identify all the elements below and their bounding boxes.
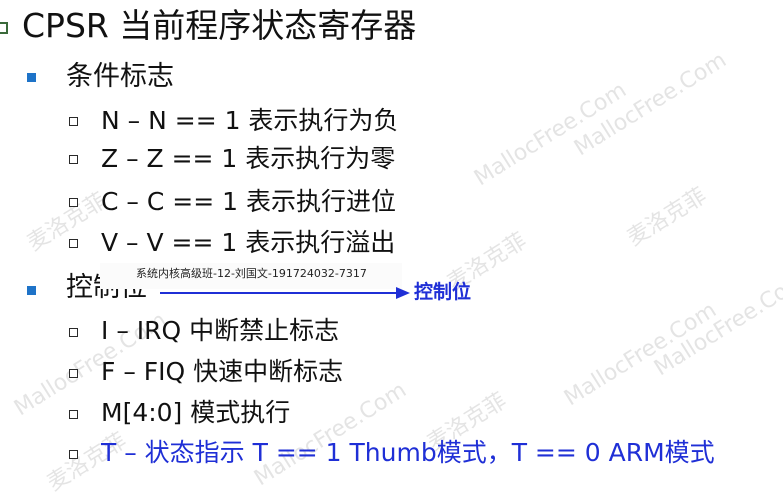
annotation-arrow-line xyxy=(160,292,398,294)
watermark-latin: MallocFree.Com xyxy=(650,267,783,382)
video-caption: 系统内核高级班-12-刘国文-191724032-7317 xyxy=(100,263,402,289)
title-bullet-icon xyxy=(0,22,8,34)
item-bullet-icon xyxy=(69,369,78,378)
item-bullet-icon xyxy=(69,155,78,164)
item-bullet-icon xyxy=(69,410,78,419)
watermark-latin: MallocFree.Com xyxy=(560,297,721,412)
section-bullet-icon xyxy=(27,286,36,295)
watermark-latin: MallocFree.Com xyxy=(570,47,731,162)
item-bullet-icon xyxy=(69,198,78,207)
slide: MallocFree.Com MallocFree.Com MallocFree… xyxy=(0,0,783,496)
watermark-latin: MallocFree.Com xyxy=(250,377,411,492)
list-item: C – C == 1 表示执行进位 xyxy=(101,187,396,216)
slide-title: CPSR 当前程序状态寄存器 xyxy=(22,6,417,45)
list-item: F – FIQ 快速中断标志 xyxy=(101,357,344,386)
item-bullet-icon xyxy=(69,239,78,248)
watermark-cjk: 麦洛克菲 xyxy=(23,188,112,257)
item-bullet-icon xyxy=(69,450,78,459)
list-item: V – V == 1 表示执行溢出 xyxy=(101,228,396,257)
list-item: N – N == 1 表示执行为负 xyxy=(101,106,399,135)
arrow-right-icon xyxy=(396,287,410,299)
section-bullet-icon xyxy=(27,73,36,82)
annotation-label: 控制位 xyxy=(414,281,472,303)
list-item-highlighted: T – 状态指示 T == 1 Thumb模式，T == 0 ARM模式 xyxy=(101,438,715,467)
list-item: I – IRQ 中断禁止标志 xyxy=(101,316,340,345)
item-bullet-icon xyxy=(69,328,78,337)
list-item: Z – Z == 1 表示执行为零 xyxy=(101,144,396,173)
item-bullet-icon xyxy=(69,117,78,126)
watermark-cjk: 麦洛克菲 xyxy=(623,183,712,252)
watermark-latin: MallocFree.Com xyxy=(470,77,631,192)
list-item: M[4:0] 模式执行 xyxy=(101,398,291,427)
section-label-condition-flags: 条件标志 xyxy=(66,61,174,92)
